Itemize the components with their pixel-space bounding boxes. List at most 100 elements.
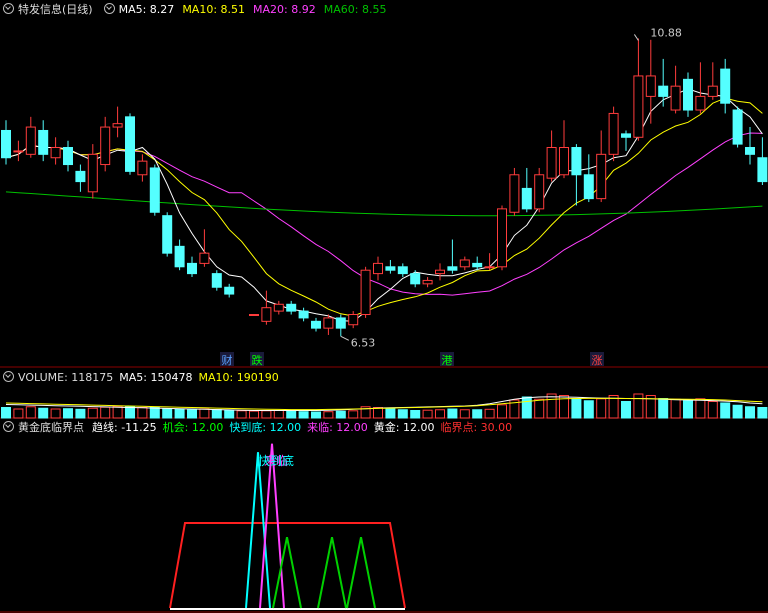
volume-bar bbox=[211, 409, 222, 419]
candle-body bbox=[521, 187, 532, 210]
volume-bar bbox=[546, 393, 557, 419]
candle-body bbox=[484, 266, 495, 269]
critical-point-line bbox=[169, 522, 406, 609]
volume-bar bbox=[249, 410, 259, 419]
candle-body bbox=[50, 147, 61, 159]
candle-body bbox=[75, 170, 86, 183]
high-arrow bbox=[633, 34, 639, 41]
candle-body bbox=[707, 85, 718, 97]
volume-bar bbox=[497, 404, 507, 419]
event-marker: 跌 bbox=[252, 353, 263, 367]
candle-body bbox=[38, 129, 49, 155]
volume-bar bbox=[583, 400, 594, 419]
volume-bar bbox=[695, 398, 706, 419]
volume-bar bbox=[298, 411, 309, 419]
candle-body bbox=[720, 68, 731, 104]
candle-body bbox=[373, 262, 383, 275]
candle-body bbox=[249, 314, 259, 317]
candle-body bbox=[323, 317, 334, 329]
volume-bar bbox=[720, 402, 731, 419]
candle-body bbox=[695, 95, 706, 111]
candle-body bbox=[199, 252, 210, 264]
candle-body bbox=[125, 116, 135, 172]
opportunity-signal bbox=[272, 536, 302, 609]
volume-bar bbox=[236, 410, 247, 419]
volume-bar bbox=[187, 409, 197, 419]
candle-body bbox=[571, 147, 582, 176]
candle-body bbox=[13, 150, 24, 153]
candle-body bbox=[335, 317, 346, 329]
candle-body bbox=[410, 273, 421, 285]
candle-body bbox=[286, 303, 297, 312]
candle-body bbox=[422, 279, 433, 285]
candle-body bbox=[435, 269, 445, 275]
candle-body bbox=[100, 126, 111, 166]
volume-bar bbox=[757, 407, 768, 419]
volume-bar bbox=[1, 407, 11, 419]
candle-body bbox=[87, 153, 98, 193]
candle-body bbox=[385, 266, 396, 271]
volume-bar bbox=[633, 393, 644, 419]
volume-bar bbox=[410, 410, 421, 419]
candle-body bbox=[534, 174, 545, 210]
volume-bar bbox=[137, 407, 148, 419]
volume-bar bbox=[273, 410, 284, 419]
volume-bar bbox=[13, 408, 24, 419]
volume-bar bbox=[707, 401, 718, 419]
candle-body bbox=[608, 112, 619, 155]
stock-chart[interactable]: 10.886.53财跌港涨来临快到底 bbox=[0, 0, 768, 613]
candle-body bbox=[559, 147, 569, 176]
volume-bar bbox=[484, 408, 495, 419]
volume-bar bbox=[75, 408, 86, 419]
volume-bar bbox=[385, 408, 396, 419]
volume-bar bbox=[162, 408, 173, 419]
volume-bar bbox=[447, 408, 458, 419]
candle-body bbox=[273, 303, 284, 312]
volume-bar bbox=[25, 406, 36, 419]
volume-bar bbox=[596, 398, 607, 419]
volume-bar bbox=[571, 398, 582, 419]
volume-bar bbox=[658, 398, 669, 419]
candle-body bbox=[633, 75, 644, 138]
candle-body bbox=[509, 174, 520, 213]
volume-bar bbox=[224, 409, 235, 419]
volume-bar bbox=[286, 410, 297, 419]
volume-bar bbox=[459, 409, 470, 419]
candle-body bbox=[472, 262, 483, 268]
volume-bar bbox=[348, 410, 359, 419]
ma10-line bbox=[5, 97, 763, 317]
candle-body bbox=[397, 266, 408, 275]
volume-bar bbox=[323, 411, 334, 419]
volume-bar bbox=[63, 408, 73, 419]
candle-body bbox=[261, 307, 272, 322]
candle-body bbox=[63, 147, 73, 166]
candle-body bbox=[187, 262, 197, 275]
candle-body bbox=[211, 273, 222, 288]
candle-body bbox=[348, 314, 359, 326]
volume-bar bbox=[534, 398, 545, 419]
candle-body bbox=[745, 147, 755, 155]
candle-body bbox=[621, 133, 631, 138]
candle-body bbox=[149, 167, 160, 213]
opportunity-signal bbox=[317, 536, 347, 609]
volume-bar bbox=[335, 410, 346, 419]
volume-bar bbox=[311, 411, 321, 419]
volume-bar bbox=[670, 398, 681, 419]
candle-body bbox=[459, 259, 470, 268]
volume-bar bbox=[199, 408, 210, 419]
volume-bar bbox=[621, 401, 631, 419]
opportunity-signal bbox=[346, 536, 376, 609]
candle-body bbox=[360, 269, 371, 316]
high-price-label: 10.88 bbox=[650, 26, 682, 39]
volume-bar bbox=[435, 409, 445, 419]
volume-bar bbox=[422, 409, 433, 419]
volume-bar bbox=[373, 407, 383, 419]
volume-bar bbox=[125, 406, 135, 419]
candle-body bbox=[298, 310, 309, 319]
volume-bar bbox=[38, 407, 49, 419]
candle-body bbox=[497, 208, 507, 268]
candle-body bbox=[224, 286, 235, 295]
low-arrow bbox=[340, 335, 350, 341]
candle-body bbox=[546, 147, 557, 179]
volume-bar bbox=[521, 396, 532, 419]
